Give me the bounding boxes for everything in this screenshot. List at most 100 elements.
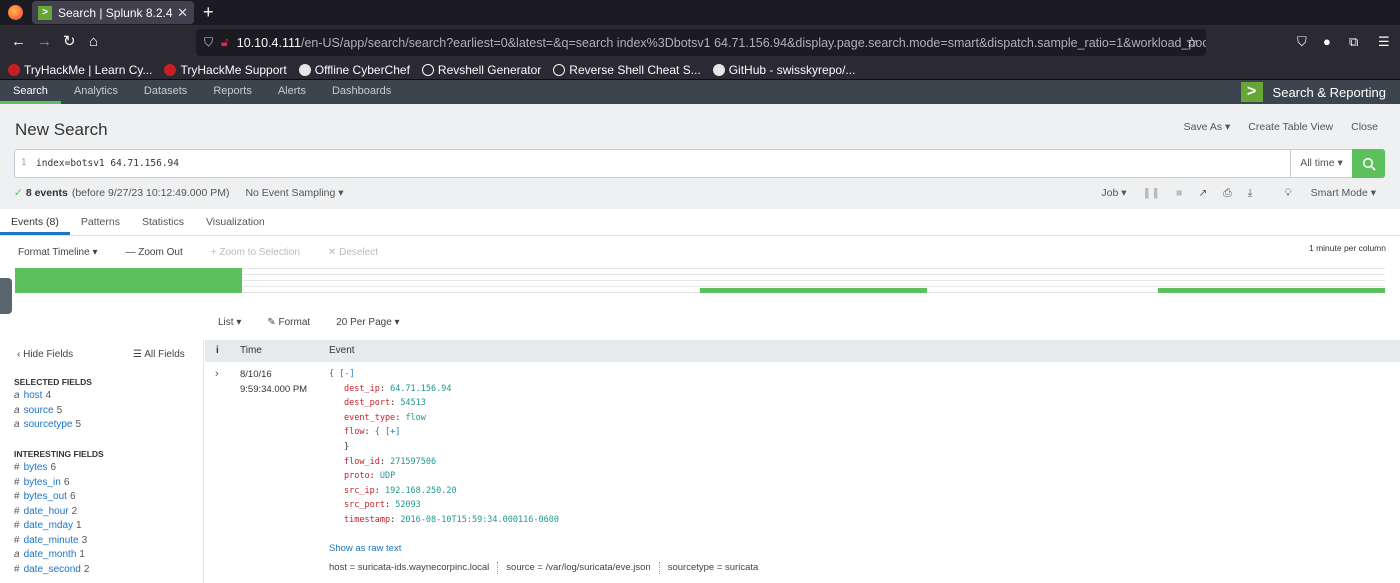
tab-statistics[interactable]: Statistics — [131, 209, 195, 235]
json-key[interactable]: src_ip — [344, 486, 375, 496]
zoom-out-button[interactable]: — Zoom Out — [125, 247, 182, 258]
json-value[interactable]: 2016-08-10T15:59:34.000116-0600 — [400, 515, 559, 525]
timeline-bar[interactable] — [15, 268, 242, 293]
format-timeline-dropdown[interactable]: Format Timeline ▾ — [18, 247, 97, 258]
bookmark-item[interactable]: TryHackMe Support — [164, 63, 287, 77]
json-key[interactable]: proto — [344, 471, 370, 481]
nav-alerts[interactable]: Alerts — [265, 80, 319, 104]
reload-icon[interactable]: ↻ — [63, 33, 76, 51]
sidebar-toggle-handle[interactable] — [0, 278, 12, 314]
json-value[interactable]: 192.168.250.20 — [385, 486, 457, 496]
json-key[interactable]: dest_port — [344, 398, 390, 408]
share-icon[interactable]: ↗ — [1198, 187, 1207, 200]
list-dropdown[interactable]: List ▾ — [218, 317, 241, 328]
field-sourcetype[interactable]: a sourcetype 5 — [14, 419, 81, 430]
json-brace[interactable]: { [-] — [329, 369, 355, 379]
per-page-dropdown[interactable]: 20 Per Page ▾ — [336, 317, 399, 328]
bookmark-item[interactable]: TryHackMe | Learn Cy... — [8, 63, 152, 77]
field-date-month[interactable]: a date_month 1 — [14, 549, 85, 560]
home-icon[interactable]: ⌂ — [89, 33, 98, 51]
smart-mode-dropdown[interactable]: 💡︎ Smart Mode ▾ — [1268, 187, 1376, 200]
expand-event-icon[interactable]: › — [215, 368, 219, 380]
field-host[interactable]: a host 4 — [14, 390, 51, 401]
json-value[interactable]: 271597506 — [390, 457, 436, 467]
timeline-bar[interactable] — [700, 288, 927, 293]
bookmark-item[interactable]: Offline CyberChef — [298, 63, 410, 77]
pocket-icon[interactable]: ⛉ — [1297, 34, 1307, 50]
time-range-picker[interactable]: All time ▾ — [1290, 150, 1352, 177]
search-input[interactable]: index=botsv1 64.71.156.94 — [36, 158, 179, 169]
json-colon: : — [379, 383, 391, 394]
field-source[interactable]: a source 5 — [14, 405, 62, 416]
extension-icon[interactable]: ● — [1323, 34, 1331, 49]
meta-source[interactable]: source = /var/log/suricata/eve.json — [506, 562, 650, 574]
show-raw-text-link[interactable]: Show as raw text — [329, 543, 401, 554]
meta-host[interactable]: host = suricata-ids.waynecorpinc.local — [329, 562, 489, 574]
create-table-view-button[interactable]: Create Table View — [1248, 121, 1333, 133]
nav-datasets[interactable]: Datasets — [131, 80, 200, 104]
tab-events[interactable]: Events (8) — [0, 209, 70, 235]
back-arrow-icon[interactable]: ← — [11, 33, 26, 51]
tab-visualization[interactable]: Visualization — [195, 209, 276, 235]
tab-patterns[interactable]: Patterns — [70, 209, 131, 235]
json-key[interactable]: flow — [344, 427, 364, 437]
zoom-to-selection-button[interactable]: + Zoom to Selection — [211, 247, 300, 258]
field-date-hour[interactable]: # date_hour 2 — [14, 506, 77, 517]
format-button[interactable]: ✎ Format — [267, 317, 310, 328]
deselect-button[interactable]: ✕ Deselect — [328, 247, 378, 258]
field-bytes-in[interactable]: # bytes_in 6 — [14, 477, 69, 488]
json-key[interactable]: flow_id — [344, 457, 380, 467]
pause-icon[interactable]: ❚❚ — [1143, 187, 1161, 200]
nav-dashboards[interactable]: Dashboards — [319, 80, 404, 104]
bookmark-item[interactable]: Reverse Shell Cheat S... — [553, 63, 701, 77]
save-as-button[interactable]: Save As ▾ — [1184, 121, 1231, 133]
meta-sourcetype[interactable]: sourcetype = suricata — [668, 562, 759, 574]
json-key[interactable]: timestamp — [344, 515, 390, 525]
meta-separator — [658, 562, 660, 574]
column-time[interactable]: Time — [240, 345, 262, 356]
bookmark-item[interactable]: GitHub - swisskyrepo/... — [712, 63, 855, 77]
close-tab-icon[interactable]: ✕ — [177, 5, 188, 21]
new-tab-icon[interactable]: + — [203, 2, 214, 22]
insecure-lock-icon[interactable]: 🔓︎ — [221, 35, 229, 50]
close-button[interactable]: Close — [1351, 121, 1378, 133]
shield-icon[interactable]: ⛉ — [204, 35, 213, 50]
firefox-icon[interactable] — [8, 5, 23, 20]
job-dropdown[interactable]: Job ▾ — [1101, 187, 1126, 200]
hide-fields-button[interactable]: ‹ Hide Fields — [17, 349, 73, 360]
search-button[interactable] — [1352, 149, 1385, 178]
json-value[interactable]: 54513 — [400, 398, 426, 408]
field-type: a — [14, 390, 20, 401]
field-date-mday[interactable]: # date_mday 1 — [14, 520, 82, 531]
timeline-bar[interactable] — [1158, 288, 1385, 293]
event-sampling-dropdown[interactable]: No Event Sampling ▾ — [245, 187, 343, 199]
json-value[interactable]: UDP — [380, 471, 395, 481]
export-icon[interactable]: ⤓ — [1248, 187, 1253, 200]
field-bytes[interactable]: # bytes 6 — [14, 462, 56, 473]
json-value[interactable]: { [+] — [375, 427, 401, 437]
field-bytes-out[interactable]: # bytes_out 6 — [14, 491, 76, 502]
bookmark-item[interactable]: Revshell Generator — [421, 63, 541, 77]
print-icon[interactable]: ⎙ — [1223, 187, 1231, 200]
field-date-minute[interactable]: # date_minute 3 — [14, 535, 87, 546]
json-key[interactable]: src_port — [344, 500, 385, 510]
stop-icon[interactable]: ■ — [1176, 187, 1182, 200]
field-date-second[interactable]: # date_second 2 — [14, 564, 89, 575]
json-value[interactable]: flow — [405, 413, 425, 423]
forward-arrow-icon[interactable]: → — [37, 33, 52, 51]
url-bar[interactable]: ⛉ 🔓︎ 10.10.4.111 /en-US/app/search/searc… — [196, 29, 1206, 56]
json-key[interactable]: event_type — [344, 413, 395, 423]
puzzle-icon[interactable]: ⧉ — [1349, 34, 1358, 50]
json-key[interactable]: dest_ip — [344, 384, 380, 394]
app-brand[interactable]: > Search & Reporting — [1240, 80, 1386, 104]
nav-analytics[interactable]: Analytics — [61, 80, 131, 104]
bookmark-star-icon[interactable]: ☆ — [1185, 34, 1198, 51]
json-value[interactable]: 64.71.156.94 — [390, 384, 451, 394]
menu-icon[interactable]: ☰ — [1378, 34, 1390, 50]
browser-tab-active[interactable]: > Search | Splunk 8.2.4 ✕ — [32, 1, 194, 24]
nav-reports[interactable]: Reports — [200, 80, 265, 104]
json-value[interactable]: 52093 — [395, 500, 421, 510]
nav-search[interactable]: Search — [0, 80, 61, 104]
all-fields-button[interactable]: ☰ All Fields — [133, 349, 185, 360]
timeline-chart[interactable] — [15, 268, 1385, 293]
